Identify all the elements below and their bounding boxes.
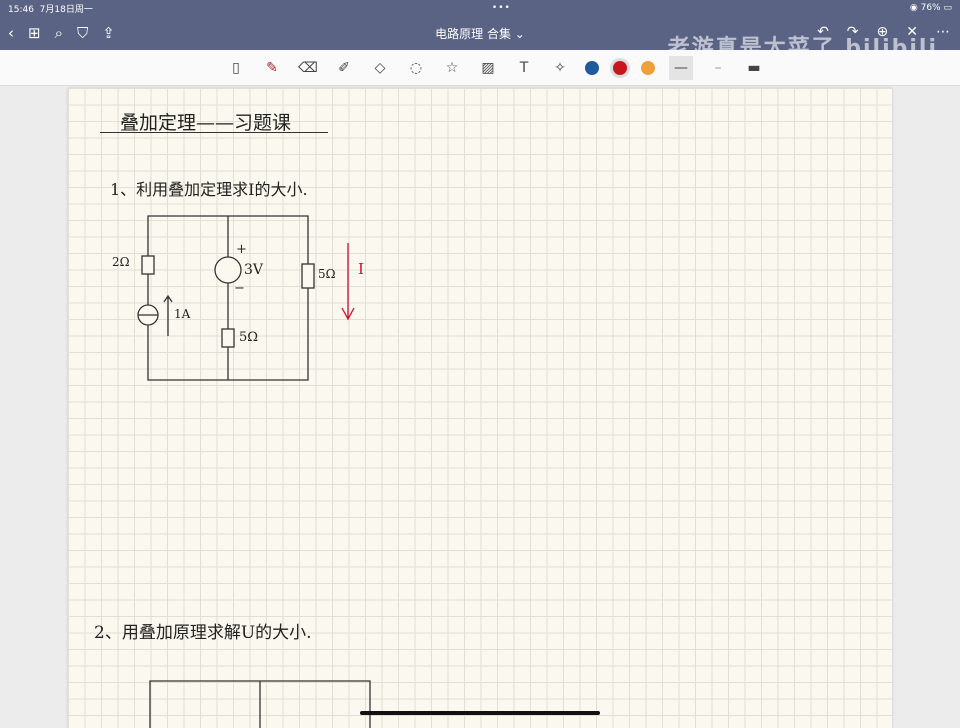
shapes-icon[interactable]: ◇ xyxy=(369,57,391,79)
text-icon[interactable]: T xyxy=(513,57,535,79)
current-direction-arrow xyxy=(341,243,355,321)
home-indicator[interactable] xyxy=(360,711,600,715)
more-icon[interactable]: ⋯ xyxy=(936,24,950,40)
pen-icon[interactable]: ✎ xyxy=(261,57,283,79)
sticker-icon[interactable]: ☆ xyxy=(441,57,463,79)
stroke-medium[interactable]: — xyxy=(669,55,693,80)
stroke-thick[interactable]: ▬ xyxy=(743,57,765,79)
back-icon[interactable]: ‹ xyxy=(8,24,14,42)
circuit-diagram-2 xyxy=(149,680,371,728)
search-icon[interactable]: ⌕ xyxy=(55,24,63,42)
laser-pointer-icon[interactable]: ✧ xyxy=(549,57,571,79)
notebook-page[interactable]: 叠加定理——习题课 1、利用叠加定理求I的大小. 2Ω 1A + 3V − 5Ω… xyxy=(68,88,892,728)
resistor-2ohm xyxy=(141,255,155,275)
bookmark-icon[interactable]: ⛉ xyxy=(77,24,88,42)
voltage-source xyxy=(214,256,242,284)
status-bar: 15:46 7月18日周一 ••• ◉ 76% ▭ xyxy=(0,0,960,16)
circuit-wires xyxy=(147,215,309,381)
label-r2: 5Ω xyxy=(239,330,259,345)
label-r1: 2Ω xyxy=(112,255,130,269)
label-vs: 3V xyxy=(244,262,264,278)
multitask-dots[interactable]: ••• xyxy=(492,3,511,13)
label-is: 1A xyxy=(174,307,191,321)
stroke-thin[interactable]: – xyxy=(707,57,729,79)
color-orange[interactable] xyxy=(641,60,655,75)
battery-indicator: ◉ 76% ▭ xyxy=(909,3,952,13)
resistor-5ohm-right xyxy=(301,263,315,289)
image-icon[interactable]: ▨ xyxy=(477,57,499,79)
color-red[interactable] xyxy=(613,60,627,75)
top-bar: 15:46 7月18日周一 ••• ◉ 76% ▭ ‹ ⊞ ⌕ ⛉ ⇪ 电路原理… xyxy=(0,0,960,61)
drawing-toolbar: ▯ ✎ ⌫ ✐ ◇ ◌ ☆ ▨ T ✧ — – ▬ xyxy=(0,50,960,86)
lasso-icon[interactable]: ◌ xyxy=(405,57,427,79)
share-icon[interactable]: ⇪ xyxy=(102,24,115,42)
grid-icon[interactable]: ⊞ xyxy=(28,24,41,42)
color-blue[interactable] xyxy=(585,60,599,75)
eraser-icon[interactable]: ⌫ xyxy=(297,57,319,79)
status-time: 15:46 7月18日周一 xyxy=(8,4,93,15)
label-current: I xyxy=(358,260,364,278)
current-source-arrow xyxy=(163,294,173,336)
resistor-5ohm-middle xyxy=(221,328,235,348)
label-plus: + xyxy=(236,242,247,257)
question-2: 2、用叠加原理求解U的大小. xyxy=(94,623,312,643)
label-minus: − xyxy=(234,281,245,296)
label-r3: 5Ω xyxy=(318,267,336,281)
highlighter-icon[interactable]: ✐ xyxy=(333,57,355,79)
read-mode-icon[interactable]: ▯ xyxy=(225,57,247,79)
